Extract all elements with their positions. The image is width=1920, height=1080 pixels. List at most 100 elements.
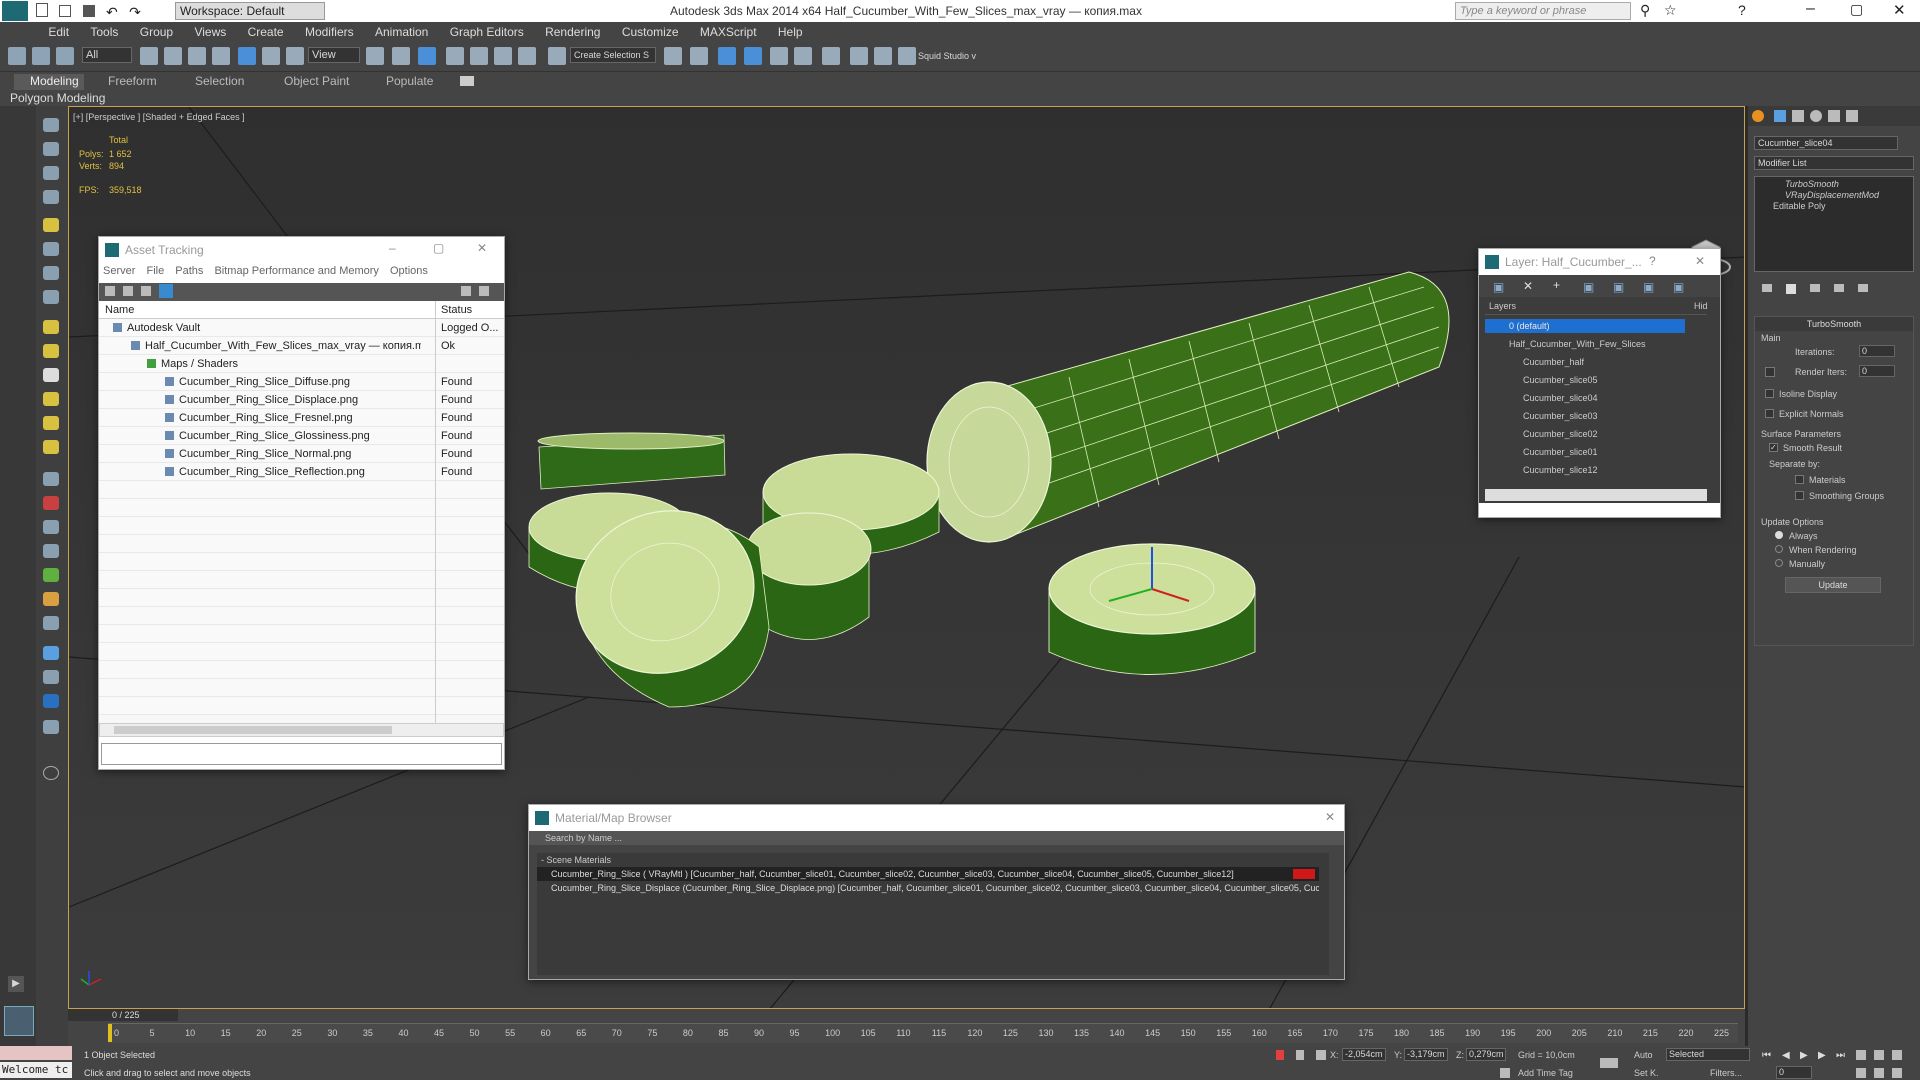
layer-row[interactable]: Cucumber_slice02	[1485, 427, 1685, 441]
list-icon[interactable]	[123, 286, 133, 296]
tool-icon-4[interactable]	[43, 190, 59, 204]
set-key-button[interactable]: Set K.	[1634, 1068, 1659, 1078]
close-icon[interactable]: ✕	[1325, 810, 1335, 824]
asset-row[interactable]: Cucumber_Ring_Slice_Diffuse.png Found	[99, 373, 504, 391]
app-logo-icon[interactable]	[2, 1, 28, 21]
hierarchy-tab-icon[interactable]	[1792, 110, 1804, 122]
menu-animation[interactable]: Animation	[366, 22, 437, 39]
reference-coord-dropdown[interactable]: View	[308, 47, 360, 63]
sun-icon[interactable]	[43, 416, 59, 430]
hide-all-icon[interactable]: ▣	[1643, 280, 1654, 294]
ribbon-tab-object-paint[interactable]: Object Paint	[284, 74, 349, 88]
table-icon[interactable]	[141, 286, 151, 296]
snaps-toggle-icon[interactable]	[446, 47, 464, 65]
track-bar[interactable]: 0 5 10 15 20 25 30 35 40 45 50 55 60 65 70 75 80 85 90 95 10…	[108, 1023, 1738, 1043]
isoline-checkbox[interactable]	[1765, 389, 1774, 398]
mirror-icon[interactable]	[664, 47, 682, 65]
named-selection-dropdown[interactable]: Create Selection S	[570, 47, 656, 63]
delete-layer-icon[interactable]: ✕	[1523, 279, 1533, 293]
new-file-icon[interactable]	[36, 3, 48, 17]
link-icon[interactable]	[8, 47, 26, 65]
tool-icon-11[interactable]	[43, 368, 59, 382]
asset-tracking-titlebar[interactable]: Asset Tracking – ▢ ✕	[99, 237, 504, 263]
expand-arrow-icon[interactable]: ▶	[8, 976, 24, 992]
absolute-mode-icon[interactable]	[1316, 1050, 1326, 1060]
tool-icon-14[interactable]	[43, 440, 59, 454]
current-frame-field[interactable]: 0	[1776, 1066, 1812, 1079]
menu-tools[interactable]: Tools	[81, 22, 127, 39]
menu-server[interactable]: Server	[103, 265, 135, 277]
material-item-vraymtl[interactable]: Cucumber_Ring_Slice ( VRayMtl ) [Cucumbe…	[537, 867, 1319, 881]
keyword-search-input[interactable]: Type a keyword or phrase	[1455, 2, 1631, 20]
bind-spacewarp-icon[interactable]	[56, 47, 74, 65]
pan-icon[interactable]	[1874, 1068, 1884, 1078]
quick-access-toolbar[interactable]: ↶ ↷	[36, 3, 156, 20]
column-name[interactable]: Name	[105, 304, 134, 316]
rect-selection-icon[interactable]	[188, 47, 206, 65]
asset-row[interactable]: Cucumber_Ring_Slice_Glossiness.png Found	[99, 427, 504, 445]
polygon-modeling-label[interactable]: Polygon Modeling	[10, 91, 105, 105]
auto-key-button[interactable]: Auto	[1634, 1050, 1653, 1060]
menu-paths[interactable]: Paths	[175, 265, 203, 277]
maximize-icon[interactable]: ▢	[433, 241, 444, 255]
layer-row[interactable]: Cucumber_slice03	[1485, 409, 1685, 423]
layer-explorer-icon[interactable]	[718, 47, 736, 65]
next-frame-icon[interactable]: ▶	[1818, 1050, 1826, 1061]
x-coordinate-field[interactable]: -2,054cm	[1342, 1048, 1386, 1061]
tool-icon-8[interactable]	[43, 290, 59, 304]
ribbon-tab-freeform[interactable]: Freeform	[108, 74, 157, 88]
grid-view-icon[interactable]	[159, 284, 173, 298]
save-icon[interactable]	[82, 5, 95, 17]
remove-modifier-icon[interactable]	[1834, 284, 1844, 292]
layer-row[interactable]: Cucumber_half	[1485, 355, 1685, 369]
tool-icon-18[interactable]	[43, 544, 59, 558]
script-output-field[interactable]	[0, 1046, 72, 1060]
modifier-vraydisplacement[interactable]: VRayDisplacementMod	[1755, 189, 1913, 200]
undo-icon[interactable]: ↶	[106, 4, 118, 20]
render-production-icon[interactable]	[898, 47, 916, 65]
configure-sets-icon[interactable]	[1858, 284, 1868, 292]
binoculars-icon[interactable]: ⚲	[1640, 2, 1650, 19]
close-icon[interactable]: ✕	[477, 241, 487, 255]
maximize-icon[interactable]: ▢	[1850, 1, 1863, 18]
keyboard-shortcut-toggle-icon[interactable]	[418, 47, 436, 65]
tool-icon-25[interactable]	[43, 720, 59, 734]
layer-row-default[interactable]: 0 (default)	[1485, 319, 1685, 333]
pin-stack-icon[interactable]	[1762, 284, 1772, 292]
tool-icon-3[interactable]	[43, 166, 59, 180]
make-unique-icon[interactable]	[1810, 284, 1820, 292]
light-bulb-icon[interactable]	[43, 218, 59, 232]
help-circle-icon[interactable]	[43, 766, 59, 780]
cucumber-slice-12-model[interactable]	[537, 432, 726, 490]
toggle-ribbon-icon[interactable]	[744, 47, 762, 65]
z-coordinate-field[interactable]: 0,279cm	[1466, 1048, 1506, 1061]
open-file-icon[interactable]	[59, 5, 72, 17]
isolate-icon[interactable]	[1276, 1050, 1284, 1060]
redo-icon[interactable]: ↷	[129, 4, 141, 20]
tool-icon-17[interactable]	[43, 520, 59, 534]
modifier-editable-poly[interactable]: Editable Poly	[1755, 200, 1913, 211]
highlight-layer-icon[interactable]: ▣	[1613, 280, 1624, 294]
menu-customize[interactable]: Customize	[613, 22, 688, 39]
scene-materials-section[interactable]: - Scene Materials	[537, 853, 1329, 867]
always-radio[interactable]	[1775, 531, 1783, 539]
layer-row[interactable]: Cucumber_slice05	[1485, 373, 1685, 387]
material-browser-titlebar[interactable]: Material/Map Browser ✕	[529, 805, 1344, 831]
ribbon-options-icon[interactable]	[460, 76, 474, 86]
asset-row[interactable]: Cucumber_Ring_Slice_Displace.png Found	[99, 391, 504, 409]
material-search-input[interactable]: Search by Name ...	[529, 831, 1344, 845]
zoom-icon[interactable]	[1856, 1050, 1866, 1060]
menu-graph-editors[interactable]: Graph Editors	[441, 22, 533, 39]
tool-icon-15[interactable]	[43, 472, 59, 486]
key-filters-button[interactable]: Filters...	[1710, 1068, 1742, 1078]
select-by-name-icon[interactable]	[164, 47, 182, 65]
zoom-all-icon[interactable]	[1874, 1050, 1884, 1060]
refresh-icon[interactable]	[105, 286, 115, 296]
modifier-list-dropdown[interactable]: Modifier List	[1754, 156, 1914, 170]
help-icon[interactable]: ?	[1649, 254, 1656, 268]
asset-row[interactable]: Cucumber_Ring_Slice_Reflection.png Found	[99, 463, 504, 481]
window-crossing-icon[interactable]	[212, 47, 230, 65]
freeze-all-icon[interactable]: ▣	[1673, 280, 1684, 294]
iterations-spinner[interactable]: 0	[1859, 345, 1895, 357]
help-icon[interactable]: ?	[1738, 2, 1746, 18]
